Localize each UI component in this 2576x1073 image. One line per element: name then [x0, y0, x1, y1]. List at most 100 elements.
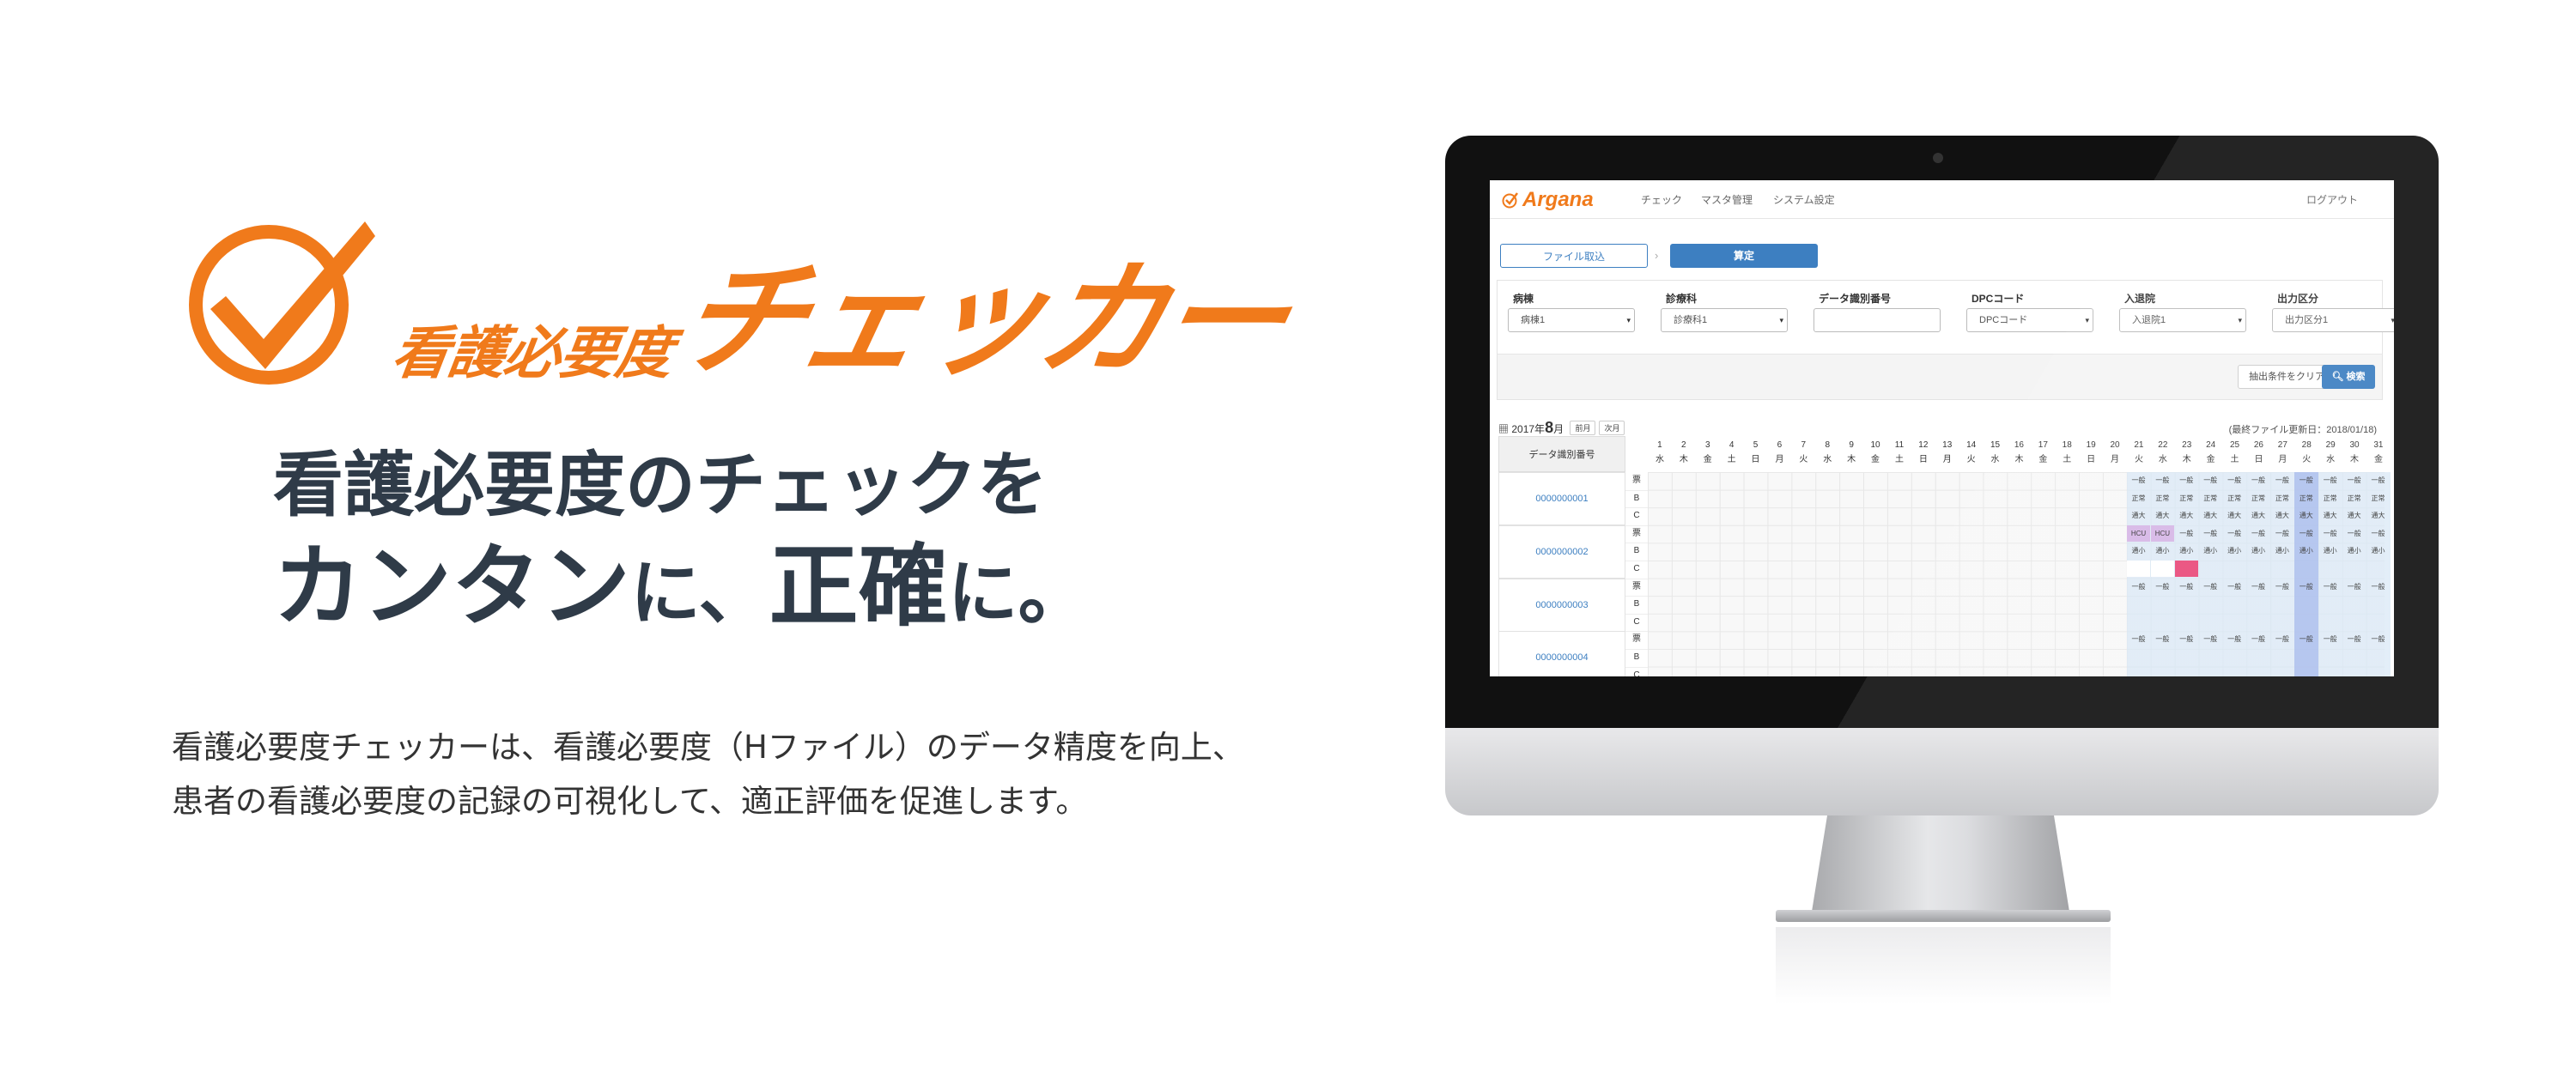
day-number: 22	[2158, 440, 2168, 450]
day-number: 2	[1681, 440, 1686, 450]
cell-value: 一般	[2275, 635, 2289, 644]
calculate-button[interactable]: 算定	[1670, 244, 1818, 268]
cell-value: 一般	[2323, 582, 2337, 591]
cell-value: 一般	[2371, 635, 2385, 644]
headline-line-2: カンタンに、正確に。	[273, 530, 1089, 642]
day-number: 7	[1801, 440, 1807, 450]
day-number: 24	[2206, 440, 2216, 450]
department-select[interactable]: 診療科1 ▾	[1661, 308, 1788, 332]
cell-value: 通大	[2131, 512, 2146, 520]
logout-link[interactable]: ログアウト	[2306, 192, 2358, 207]
cell-value: 通小	[2275, 547, 2289, 555]
cell-value: 一般	[2131, 582, 2146, 591]
cell-value: 一般	[2299, 476, 2313, 484]
cell-value: 一般	[2251, 635, 2265, 644]
cell-value: 通小	[2179, 547, 2194, 555]
day-header: 5日	[1744, 436, 1768, 472]
prev-month-button[interactable]: 前月	[1570, 421, 1596, 435]
weekday: 月	[1942, 455, 1952, 464]
clear-filters-button[interactable]: 抽出条件をクリア	[2238, 365, 2336, 389]
file-import-button[interactable]: ファイル取込	[1500, 244, 1648, 268]
day-number: 17	[2038, 440, 2048, 450]
ward-select[interactable]: 病棟1 ▾	[1508, 308, 1635, 332]
cell-value: 一般	[2347, 582, 2361, 591]
cell-value: 通大	[2203, 512, 2218, 520]
cell-value: 通小	[2299, 547, 2313, 555]
row-type-label: 票	[1625, 525, 1648, 544]
day-number: 15	[1990, 440, 2001, 450]
logo-title: チェッカー	[665, 247, 1297, 393]
cell-value: 通小	[2131, 547, 2146, 555]
day-header: 27 月	[2270, 436, 2294, 472]
cell-value: 正常	[2203, 494, 2218, 502]
day-header: 29 水	[2318, 436, 2342, 472]
weekday: 土	[1727, 455, 1736, 464]
data-id-input[interactable]	[1814, 308, 1941, 332]
cell-value: 通大	[2227, 512, 2242, 520]
brand-logo[interactable]: Argana	[1502, 188, 1594, 212]
cell-value: 一般	[2227, 476, 2242, 484]
headline-ni-1: に、	[630, 552, 769, 634]
cell-value: 正常	[2323, 494, 2337, 502]
cell-value: 正常	[2371, 494, 2385, 502]
weekday: 水	[2158, 455, 2167, 464]
app-screen: Argana チェック マスタ管理 システム設定 ログアウト ファイル取込 › …	[1490, 180, 2394, 676]
dpc-select[interactable]: DPCコード ▾	[1966, 308, 2093, 332]
weekday: 木	[1679, 455, 1688, 464]
search-button[interactable]: 🔍︎ 検索	[2322, 365, 2375, 389]
cell-value: 通大	[2347, 512, 2361, 520]
day-number: 4	[1728, 440, 1735, 450]
cell-value: 一般	[2299, 582, 2313, 591]
output-select[interactable]: 出力区分1 ▾	[2272, 308, 2394, 332]
cell-value: 一般	[2371, 529, 2385, 537]
description-line-2: 患者の看護必要度の記録の可視化して、適正評価を促進します。	[172, 782, 1088, 820]
cell-value: 一般	[2227, 529, 2242, 537]
weekday: 土	[1894, 455, 1904, 464]
highlight-day	[2294, 472, 2319, 676]
row-type-label: B	[1625, 490, 1648, 509]
day-number: 14	[1966, 440, 1977, 450]
cell-value: 通小	[2203, 547, 2218, 555]
row-type-label: 票	[1625, 579, 1648, 597]
weekday: 土	[2230, 455, 2239, 464]
record-id-link[interactable]: 0000000001	[1498, 472, 1625, 525]
nav-system-settings[interactable]: システム設定	[1773, 192, 1835, 207]
cell-value: 正常	[2251, 494, 2265, 502]
cell-value: 一般	[2203, 476, 2218, 484]
weekday: 火	[1966, 455, 1976, 464]
record-id-link[interactable]: 0000000002	[1498, 524, 1625, 579]
day-header: 25 土	[2223, 436, 2247, 472]
weekday: 火	[1799, 455, 1808, 464]
cell-value: 一般	[2251, 529, 2265, 537]
record-id-link[interactable]: 0000000004	[1498, 631, 1625, 676]
day-number: 12	[1918, 440, 1929, 450]
cell-value: 通小	[2371, 547, 2385, 555]
cell-value: 一般	[2347, 476, 2361, 484]
day-number: 26	[2253, 440, 2263, 450]
day-header: 30 木	[2342, 436, 2366, 472]
cell-value: 一般	[2179, 476, 2194, 484]
day-header: 7火	[1791, 436, 1815, 472]
nav-check[interactable]: チェック	[1641, 192, 1682, 207]
day-number: 3	[1704, 440, 1710, 450]
cell-value: 通大	[2179, 512, 2194, 520]
row-type-label: C	[1625, 667, 1648, 676]
day-header: 1水	[1648, 436, 1672, 472]
camera-icon	[1933, 153, 1943, 163]
day-number: 18	[2062, 440, 2072, 450]
weekday: 土	[2063, 455, 2072, 464]
record-id-link[interactable]: 0000000003	[1498, 578, 1625, 632]
next-month-button[interactable]: 次月	[1599, 421, 1625, 435]
filter-label-ward: 病棟	[1513, 293, 1534, 305]
month-navigator: ▦ 2017年8月 前月 次月	[1498, 419, 1625, 437]
day-header: 18 土	[2055, 436, 2079, 472]
weekday: 金	[1703, 455, 1712, 464]
weekday: 月	[2111, 455, 2120, 464]
day-header: 11 土	[1887, 436, 1911, 472]
calendar-grid: データ識別番号 1 水 2 木 3 金 4 土 5 日 6 月 7 火 8 水 9 木 10 金 11 土 12 日 13 月 14…	[1498, 436, 2391, 676]
headline-kantan: カンタン	[273, 533, 631, 639]
admission-select[interactable]: 入退院1 ▾	[2119, 308, 2246, 332]
nav-master[interactable]: マスタ管理	[1701, 192, 1753, 207]
chevron-down-icon: ▾	[1626, 316, 1631, 324]
day-number: 5	[1753, 440, 1759, 450]
